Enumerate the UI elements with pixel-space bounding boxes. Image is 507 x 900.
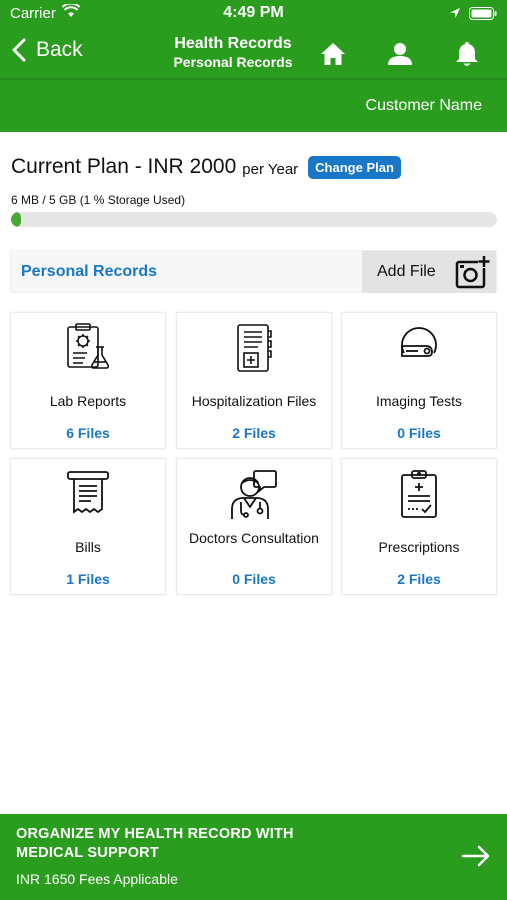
plan-title: Current Plan - INR 2000 (11, 155, 237, 178)
category-label: Lab Reports (49, 393, 127, 409)
customer-name: Customer Name (365, 97, 482, 114)
category-label: Bills (75, 539, 101, 555)
add-file-label: Add File (377, 263, 436, 280)
doctor-consultation-icon (231, 470, 277, 519)
battery-icon (469, 7, 497, 20)
category-label: Prescriptions (378, 539, 460, 555)
bill-receipt-icon (67, 471, 109, 514)
medical-support-banner[interactable]: ORGANIZE MY HEALTH RECORD WITH MEDICAL S… (0, 814, 507, 900)
hospital-file-icon (237, 324, 272, 372)
prescription-clipboard-icon (401, 470, 437, 518)
user-icon[interactable] (386, 40, 414, 68)
category-card-hospitalization-files[interactable]: Hospitalization Files 2 Files (176, 312, 332, 449)
category-label: Imaging Tests (375, 393, 463, 409)
category-card-bills[interactable]: Bills 1 Files (10, 458, 166, 595)
change-plan-button[interactable]: Change Plan (308, 155, 401, 179)
storage-usage-text: 6 MB / 5 GB (1 % Storage Used) (11, 193, 186, 207)
banner-subtitle: INR 1650 Fees Applicable (16, 871, 178, 887)
status-bar: Carrier 4:49 PM (0, 0, 507, 28)
back-button[interactable]: Back (12, 38, 83, 62)
category-label: Hospitalization Files (191, 393, 317, 409)
header-divider (0, 78, 507, 80)
personal-records-bar: Personal Records Add File (10, 250, 497, 293)
add-photo-icon (455, 256, 490, 289)
arrow-right-icon (461, 845, 490, 867)
category-card-imaging-tests[interactable]: Imaging Tests 0 Files (341, 312, 497, 449)
bell-icon[interactable] (453, 40, 481, 68)
category-card-lab-reports[interactable]: Lab Reports 6 Files (10, 312, 166, 449)
location-arrow-icon (450, 8, 460, 18)
banner-title: ORGANIZE MY HEALTH RECORD WITH MEDICAL S… (16, 826, 294, 861)
storage-progress-fill (11, 212, 21, 227)
category-count: 0 Files (232, 571, 276, 587)
imaging-scanner-icon (401, 327, 437, 357)
nav-titles: Health Records Personal Records (150, 34, 316, 72)
category-card-prescriptions[interactable]: Prescriptions 2 Files (341, 458, 497, 595)
section-title: Personal Records (21, 263, 158, 280)
chevron-left-icon (12, 38, 26, 62)
plan-period: per Year (242, 160, 299, 178)
current-plan: Current Plan - INR 2000 per Year Change … (11, 155, 497, 179)
nav-bar: Back Health Records Personal Records (0, 28, 507, 78)
category-count: 6 Files (66, 425, 110, 441)
add-file-button[interactable]: Add File (362, 251, 496, 293)
storage-progress-bar (11, 212, 497, 227)
lab-report-icon (67, 323, 110, 369)
category-label: Doctors Consultation (189, 530, 319, 546)
home-icon[interactable] (319, 40, 347, 68)
page-title: Health Records (174, 35, 292, 52)
app-header: Carrier 4:49 PM Back Health Records Pers… (0, 0, 507, 132)
back-label: Back (36, 38, 83, 61)
category-count: 2 Files (397, 571, 441, 587)
page-subtitle: Personal Records (173, 54, 293, 70)
category-count: 1 Files (66, 571, 110, 587)
category-count: 0 Files (397, 425, 441, 441)
category-card-doctors-consultation[interactable]: Doctors Consultation 0 Files (176, 458, 332, 595)
status-time: 4:49 PM (223, 4, 284, 21)
category-count: 2 Files (232, 425, 276, 441)
